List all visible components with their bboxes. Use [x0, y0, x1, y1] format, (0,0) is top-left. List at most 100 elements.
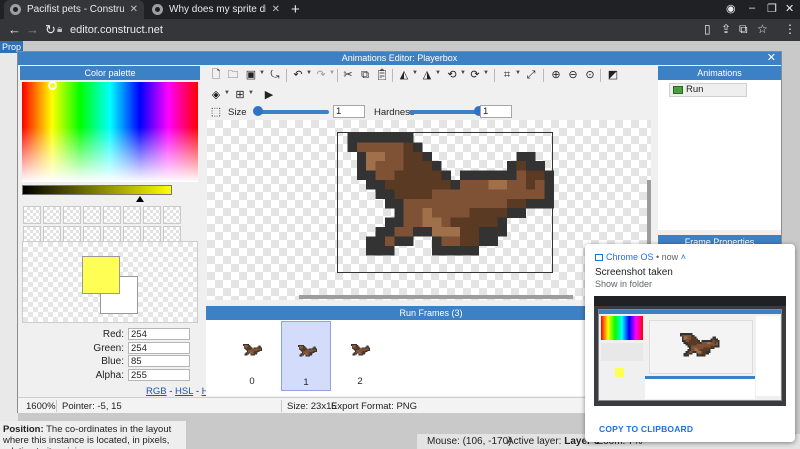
sprite-pixel [255, 352, 257, 354]
sprite-pixel [305, 351, 307, 352]
screenshot-thumbnail[interactable] [594, 296, 786, 406]
palette-swatch[interactable] [63, 206, 81, 224]
flip-dropdown-icon[interactable]: ▼ [435, 70, 441, 76]
dialog-close-icon[interactable]: ✕ [767, 52, 776, 65]
brightness-marker[interactable] [136, 196, 144, 202]
forward-icon[interactable]: → [26, 22, 39, 37]
hsl-mode-link[interactable]: HSL [175, 386, 193, 397]
import-icon[interactable]: ⤿ [268, 68, 282, 82]
sprite-pixel [254, 353, 256, 355]
sprite-pixel [507, 198, 517, 209]
expand-chevron-icon[interactable]: ˄ [681, 252, 686, 262]
window-close-icon[interactable]: ✕ [785, 2, 794, 15]
brightness-slider[interactable] [22, 185, 172, 195]
grid-icon[interactable]: ⊞ [233, 88, 247, 102]
zoom-in-icon[interactable]: ⊕ [549, 68, 563, 82]
size-slider-track[interactable] [254, 110, 329, 114]
tab-close-icon[interactable]: ✕ [130, 4, 138, 15]
flip-icon[interactable]: ◮ [420, 68, 434, 82]
animation-frame-1[interactable]: 1 [281, 321, 331, 391]
palette-swatch[interactable] [163, 206, 181, 224]
save-icon[interactable]: ▣ [244, 68, 258, 82]
rotate-cw-icon[interactable]: ⟳ [468, 68, 482, 82]
size-input[interactable]: 1 [333, 105, 365, 118]
palette-swatch[interactable] [103, 206, 121, 224]
rotate-ccw-icon[interactable]: ⟲ [445, 68, 459, 82]
copy-icon[interactable]: ⧉ [358, 68, 372, 82]
zoom-reset-icon[interactable]: ⊙ [583, 68, 597, 82]
crop-icon[interactable]: ⌗ [500, 68, 514, 82]
sprite-pixel [696, 338, 699, 341]
cut-icon[interactable]: ✂ [341, 68, 355, 82]
browser-menu-icon[interactable]: ⋮ [784, 22, 796, 36]
lock-icon[interactable]: 🔒︎ [57, 24, 62, 35]
back-icon[interactable]: ← [8, 22, 21, 37]
rotate-cw-dropdown-icon[interactable]: ▼ [483, 70, 489, 76]
blue-input[interactable]: 85 [128, 355, 190, 367]
share-icon[interactable]: ⇪ [721, 22, 731, 36]
hardness-slider-track[interactable] [409, 110, 479, 114]
copy-to-clipboard-button[interactable]: COPY TO CLIPBOARD [599, 424, 693, 434]
zoom-out-icon[interactable]: ⊖ [566, 68, 580, 82]
primary-color-swatch[interactable] [82, 256, 120, 294]
spectrum-cursor[interactable] [48, 81, 57, 90]
red-input[interactable]: 254 [128, 328, 190, 340]
preview-play-icon[interactable]: ▶ [262, 88, 276, 102]
show-in-folder-link[interactable]: Show in folder [595, 279, 652, 289]
bookmark-star-icon[interactable]: ☆ [757, 22, 768, 36]
alpha-input[interactable]: 255 [128, 369, 190, 381]
tab-close-icon[interactable]: ✕ [272, 4, 280, 15]
restore-icon[interactable]: ❐ [767, 2, 777, 15]
paste-icon[interactable]: 📋︎ [375, 68, 389, 82]
crop-dropdown-icon[interactable]: ▼ [515, 70, 521, 76]
reload-icon[interactable]: ↻ [45, 22, 56, 38]
save-dropdown-icon[interactable]: ▼ [259, 70, 265, 76]
sprite-pixel [298, 346, 300, 348]
palette-swatch[interactable] [23, 206, 41, 224]
browser-tab-forum[interactable]: Why does my sprite disappear o ✕ [146, 0, 286, 19]
undo-dropdown-icon[interactable]: ▼ [306, 70, 312, 76]
new-tab-icon[interactable]: + [291, 1, 300, 18]
toggle-background-icon[interactable]: ◩ [606, 68, 620, 82]
canvas-horizontal-scrollbar[interactable] [299, 295, 573, 299]
grid-dropdown-icon[interactable]: ▼ [248, 90, 254, 96]
layers-dropdown-icon[interactable]: ▼ [224, 90, 230, 96]
palette-swatch[interactable] [123, 206, 141, 224]
install-icon[interactable]: ⧉ [739, 22, 748, 37]
animation-item-run[interactable]: Run [669, 83, 747, 97]
sprite-pixel [403, 226, 414, 237]
green-input[interactable]: 254 [128, 342, 190, 354]
rgb-mode-link[interactable]: RGB [146, 386, 167, 397]
redo-icon[interactable]: ↷ [314, 68, 328, 82]
selection-icon[interactable]: ⬚ [209, 105, 223, 119]
sprite-pixel [305, 347, 307, 349]
sprite-pixel [714, 340, 717, 343]
browser-tab-construct[interactable]: Pacifist pets - Construct 3 ✕ [4, 0, 144, 19]
redo-dropdown-icon[interactable]: ▼ [329, 70, 335, 76]
minimize-icon[interactable]: – [749, 2, 755, 14]
mirror-dropdown-icon[interactable]: ▼ [412, 70, 418, 76]
resize-icon[interactable]: ⤢ [524, 68, 538, 82]
color-spectrum[interactable] [22, 82, 198, 182]
open-folder-icon[interactable]: 🗀︎ [226, 68, 240, 82]
new-image-icon[interactable]: 🗋︎ [209, 68, 223, 82]
palette-swatch[interactable] [83, 206, 101, 224]
screenshot-notification[interactable]: Chrome OS • now ˄ Screenshot taken Show … [585, 244, 795, 442]
palette-swatch[interactable] [43, 206, 61, 224]
tab-search-icon[interactable]: ◉ [726, 2, 736, 15]
rotate-ccw-dropdown-icon[interactable]: ▼ [460, 70, 466, 76]
layers-icon[interactable]: ◈ [209, 88, 223, 102]
mirror-icon[interactable]: ◭ [397, 68, 411, 82]
page-info-icon[interactable]: ▯ [704, 22, 711, 36]
sprite-pixel [403, 208, 414, 218]
undo-icon[interactable]: ↶ [291, 68, 305, 82]
sprite-pixel [362, 351, 364, 353]
size-slider-thumb[interactable] [253, 106, 264, 116]
animation-frame-2[interactable]: 2 [335, 321, 385, 391]
hardness-input[interactable]: 1 [480, 105, 512, 118]
animation-frame-0[interactable]: 0 [227, 321, 277, 391]
address-bar[interactable]: editor.construct.net [70, 24, 163, 36]
sprite-pixel [687, 351, 690, 353]
palette-swatch[interactable] [143, 206, 161, 224]
sprite-pixel [248, 345, 250, 347]
